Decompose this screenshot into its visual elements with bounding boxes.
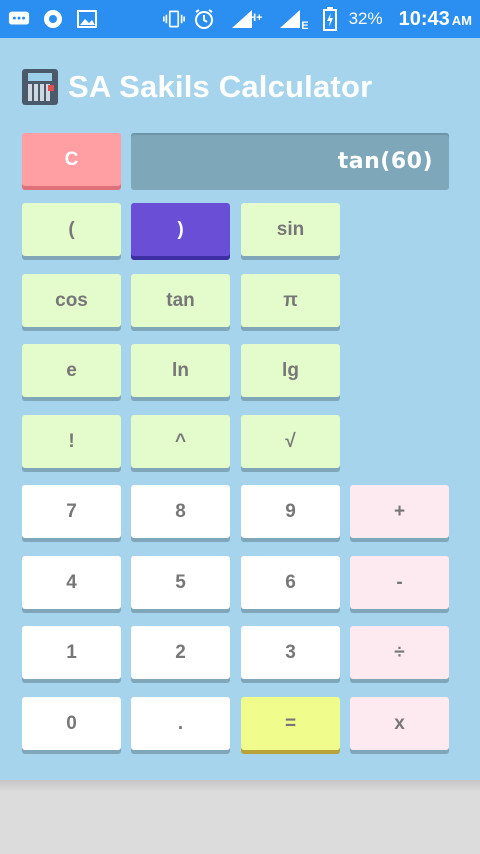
digit-1-button[interactable]: 1	[22, 626, 121, 679]
digit-5-button[interactable]: 5	[131, 556, 230, 609]
digit-6-button[interactable]: 6	[241, 556, 340, 609]
equals-button[interactable]: =	[241, 697, 340, 750]
app-bottom-shadow	[0, 780, 480, 792]
ln-button[interactable]: ln	[131, 344, 230, 397]
digit-3-button[interactable]: 3	[241, 626, 340, 679]
clear-button[interactable]: C	[22, 133, 121, 186]
power-button[interactable]: ^	[131, 415, 230, 468]
signal-icon-1: H+	[223, 8, 263, 30]
tan-button[interactable]: tan	[131, 274, 230, 327]
calculator-icon	[22, 69, 58, 105]
close-paren-button[interactable]: )	[131, 203, 230, 256]
plus-button[interactable]: +	[350, 485, 449, 538]
pi-button[interactable]: π	[241, 274, 340, 327]
display: tan(60)	[131, 133, 449, 190]
alarm-icon	[193, 8, 215, 30]
decimal-button[interactable]: .	[131, 697, 230, 750]
digit-8-button[interactable]: 8	[131, 485, 230, 538]
divide-button[interactable]: ÷	[350, 626, 449, 679]
sqrt-button[interactable]: √	[241, 415, 340, 468]
battery-percent: 32%	[348, 9, 383, 28]
open-paren-button[interactable]: (	[22, 203, 121, 256]
e-button[interactable]: e	[22, 344, 121, 397]
digit-4-button[interactable]: 4	[22, 556, 121, 609]
network-type-label: H+	[248, 12, 263, 24]
multiply-button[interactable]: x	[350, 697, 449, 750]
app-title: SA Sakils Calculator	[68, 69, 373, 104]
vibrate-icon	[162, 8, 185, 30]
minus-button[interactable]: -	[350, 556, 449, 609]
clock: 10:43 AM	[399, 8, 472, 31]
sin-button[interactable]: sin	[241, 203, 340, 256]
app-header: SA Sakils Calculator	[22, 68, 372, 106]
digit-9-button[interactable]: 9	[241, 485, 340, 538]
calculator-app: SA Sakils Calculator C tan(60) ( ) sin c…	[0, 38, 480, 782]
message-icon	[8, 8, 30, 30]
cos-button[interactable]: cos	[22, 274, 121, 327]
digit-7-button[interactable]: 7	[22, 485, 121, 538]
battery-icon	[319, 7, 341, 31]
lg-button[interactable]: lg	[241, 344, 340, 397]
digit-2-button[interactable]: 2	[131, 626, 230, 679]
factorial-button[interactable]: !	[22, 415, 121, 468]
display-expression: tan(60)	[337, 149, 433, 174]
network-type-label: E	[301, 20, 309, 32]
gallery-icon	[76, 8, 98, 30]
signal-icon-2: E	[271, 8, 311, 32]
status-bar: H+ E 32% 10:43 AM	[0, 0, 480, 38]
digit-0-button[interactable]: 0	[22, 697, 121, 750]
record-icon	[42, 8, 64, 30]
clock-time: 10:43	[398, 7, 450, 30]
clock-ampm: AM	[451, 12, 472, 28]
